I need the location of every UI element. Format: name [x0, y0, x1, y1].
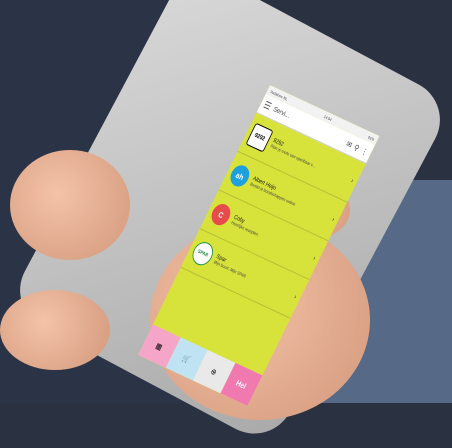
chevron-right-icon: ›: [292, 293, 298, 301]
photo-scene: { "status": { "carrier": "Vodafone NL", …: [0, 0, 452, 448]
mail-icon[interactable]: ✉: [345, 139, 354, 149]
search-icon[interactable]: ⚲: [353, 143, 361, 153]
chevron-right-icon: ›: [311, 254, 317, 262]
more-icon[interactable]: ⋮: [360, 146, 370, 157]
chevron-right-icon: ›: [349, 177, 355, 185]
list-item-subtitle: Mijn buurt, Mijn SPAR: [213, 259, 248, 279]
hand-left-lower: [0, 290, 110, 370]
hand-left-fingers: [10, 150, 130, 260]
chevron-right-icon: ›: [330, 215, 336, 223]
battery-label: 91%: [367, 134, 376, 142]
time-label: 14:04: [323, 113, 333, 122]
